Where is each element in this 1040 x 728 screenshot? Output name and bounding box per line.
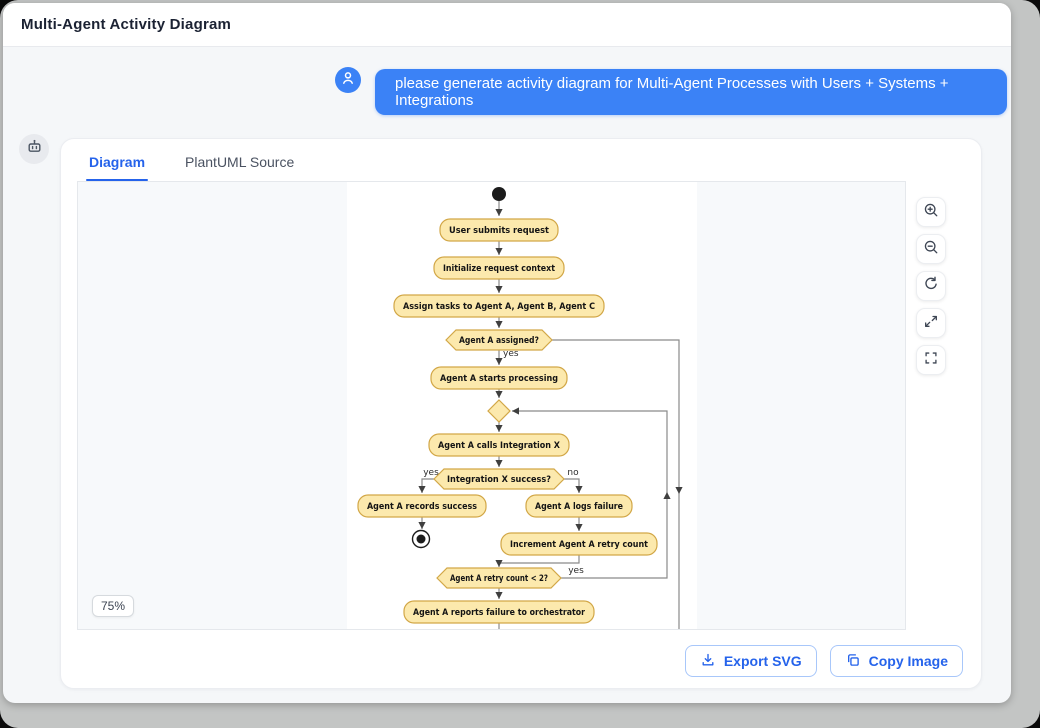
export-svg-label: Export SVG [724, 653, 802, 669]
fullscreen-icon [922, 349, 940, 372]
app-header: Multi-Agent Activity Diagram [3, 3, 1011, 47]
user-avatar [335, 67, 361, 93]
end-node-dot [417, 535, 426, 544]
arrowhead [495, 460, 502, 467]
diagram-sheet: yesyesnoyesUser submits requestInitializ… [347, 182, 697, 630]
merge-node [488, 400, 510, 422]
edge [499, 555, 579, 567]
activity-label: Increment Agent A retry count [510, 540, 649, 550]
activity-label: Agent A calls Integration X [438, 441, 560, 451]
expand-icon [922, 312, 940, 335]
export-svg-button[interactable]: Export SVG [685, 645, 817, 677]
arrowhead [495, 391, 502, 398]
activity-label: Initialize request context [443, 264, 556, 274]
arrowhead [418, 486, 425, 493]
activity-diagram-svg: yesyesnoyesUser submits requestInitializ… [347, 182, 697, 630]
arrowhead [512, 407, 519, 414]
screenshot-stage: Multi-Agent Activity Diagram please gene… [0, 0, 1040, 728]
decision-label: Agent A retry count < 2? [450, 574, 548, 584]
user-message-text: please generate activity diagram for Mul… [395, 75, 987, 109]
activity-label: Agent A logs failure [535, 502, 623, 512]
zoom-in-button[interactable] [916, 197, 946, 227]
activity-label: Agent A records success [367, 502, 477, 512]
arrowhead [495, 592, 502, 599]
copy-image-button[interactable]: Copy Image [830, 645, 963, 677]
arrowhead [418, 522, 425, 529]
copy-icon [845, 652, 861, 671]
activity-label: Assign tasks to Agent A, Agent B, Agent … [403, 302, 595, 312]
person-icon [340, 70, 356, 91]
diagram-canvas[interactable]: yesyesnoyesUser submits requestInitializ… [77, 181, 906, 630]
arrowhead [495, 358, 502, 365]
download-icon [700, 652, 716, 671]
activity-label: User submits request [449, 226, 550, 236]
user-message-bubble: please generate activity diagram for Mul… [375, 69, 1007, 115]
zoom-out-icon [922, 238, 940, 261]
arrowhead [575, 486, 582, 493]
decision-label: Agent A assigned? [459, 336, 539, 346]
page-title: Multi-Agent Activity Diagram [21, 16, 231, 33]
zoom-in-icon [922, 201, 940, 224]
assistant-avatar [19, 134, 49, 164]
zoom-controls [916, 197, 946, 375]
app-window: Multi-Agent Activity Diagram please gene… [3, 3, 1011, 703]
diagram-card: Diagram PlantUML Source yesyesnoyesUser … [60, 138, 982, 689]
zoom-level-badge: 75% [92, 595, 134, 617]
activity-label: Agent A starts processing [440, 374, 558, 384]
robot-icon [26, 138, 43, 160]
arrowhead [675, 487, 682, 494]
arrowhead [495, 321, 502, 328]
zoom-out-button[interactable] [916, 234, 946, 264]
copy-image-label: Copy Image [869, 653, 948, 669]
tab-bar: Diagram PlantUML Source [89, 149, 294, 181]
arrowhead [575, 524, 582, 531]
card-footer: Export SVG Copy Image [61, 645, 963, 677]
decision-label: Integration X success? [447, 475, 551, 485]
arrowhead [495, 425, 502, 432]
tab-plantuml-source[interactable]: PlantUML Source [185, 154, 294, 176]
start-node [492, 187, 506, 201]
fullscreen-button[interactable] [916, 345, 946, 375]
edge [552, 340, 679, 630]
reset-rotate-icon [922, 275, 940, 298]
arrowhead [495, 209, 502, 216]
arrowhead [495, 286, 502, 293]
activity-label: Agent A reports failure to orchestrator [413, 608, 585, 618]
arrowhead [663, 492, 670, 499]
expand-button[interactable] [916, 308, 946, 338]
reset-view-button[interactable] [916, 271, 946, 301]
edge-label: no [567, 468, 579, 478]
edge-label: yes [568, 566, 584, 576]
tab-diagram[interactable]: Diagram [89, 154, 145, 176]
arrowhead [495, 248, 502, 255]
